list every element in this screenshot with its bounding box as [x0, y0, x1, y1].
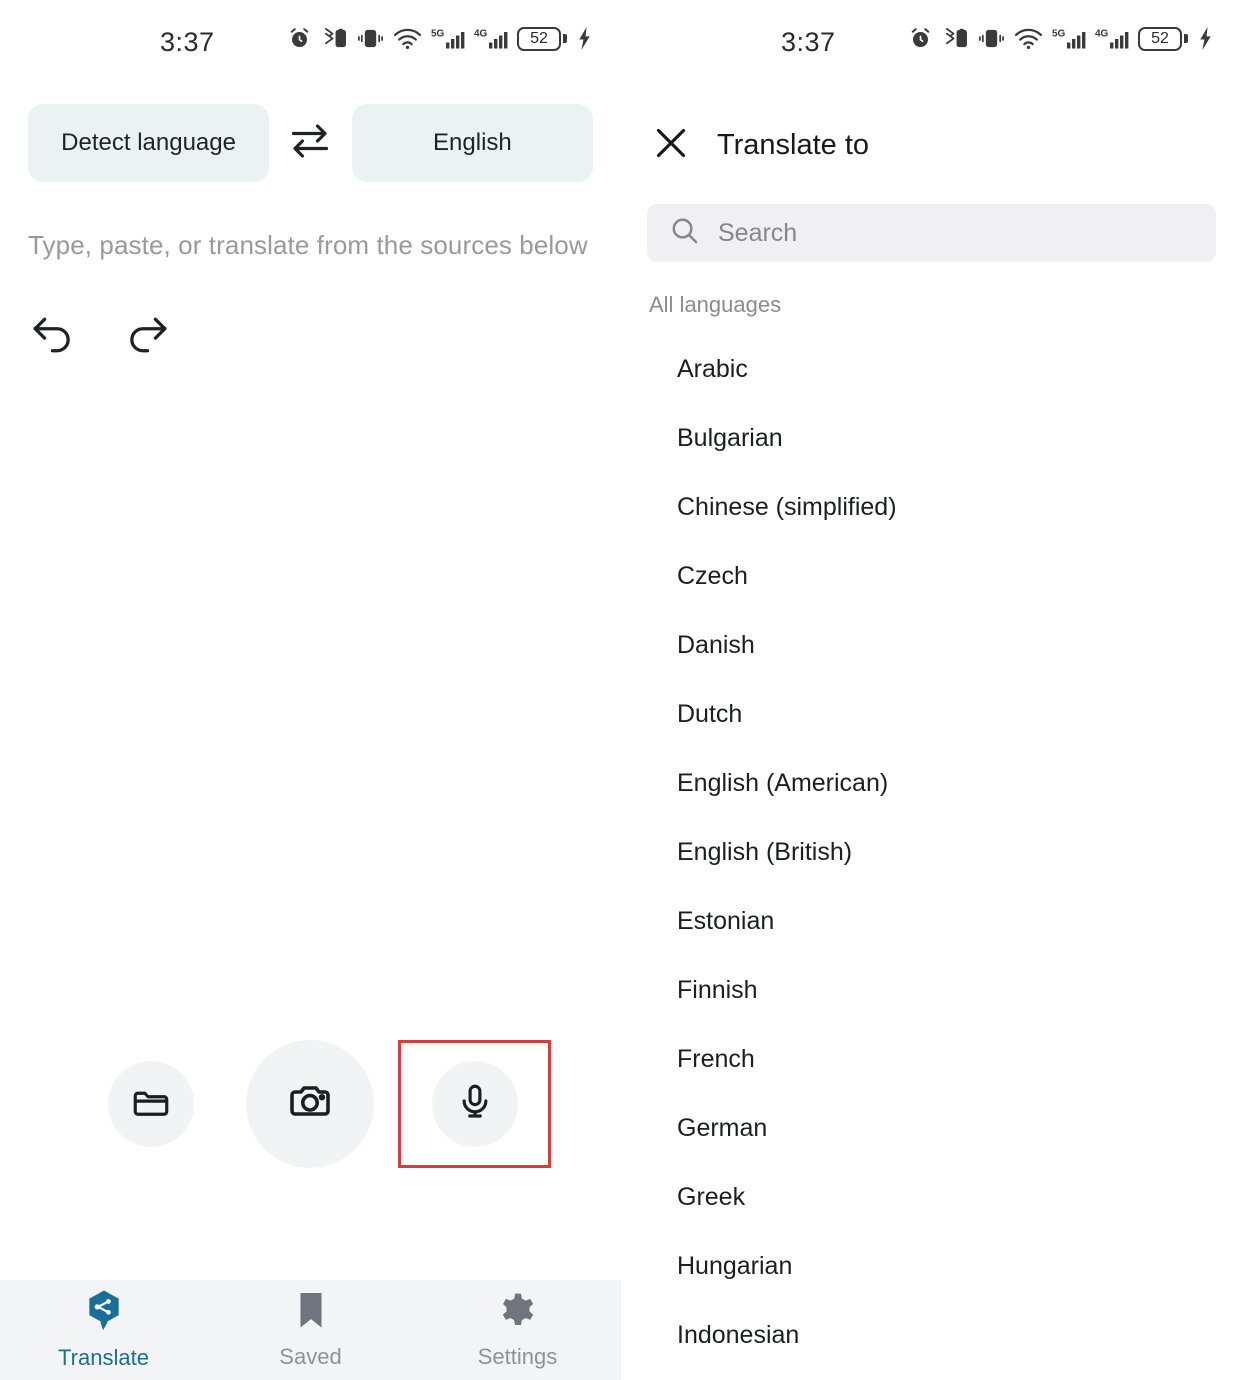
translate-input-field[interactable]: Type, paste, or translate from the sourc… — [0, 230, 621, 261]
battery-percent-label: 52 — [530, 29, 548, 47]
language-label: Chinese (simplified) — [677, 493, 897, 521]
status-bar-icons: 5G 4G 52 — [287, 26, 593, 51]
language-label: Estonian — [677, 907, 775, 935]
list-item[interactable]: Bulgarian — [621, 404, 1242, 473]
list-item[interactable]: Hungarian — [621, 1232, 1242, 1301]
undo-redo-row — [0, 313, 621, 362]
charging-bolt-icon — [1197, 26, 1214, 51]
close-icon[interactable] — [651, 123, 691, 168]
language-label: Indonesian — [677, 1321, 800, 1349]
bottom-navigation-bar: Translate Saved Settings — [0, 1280, 621, 1380]
search-placeholder: Search — [718, 218, 798, 247]
list-item[interactable]: Danish — [621, 611, 1242, 680]
picker-header: Translate to — [621, 103, 1242, 188]
nav-label-saved: Saved — [279, 1344, 342, 1369]
status-bar: 3:37 5G 4G 52 — [0, 0, 621, 85]
language-selector-row: Detect language English — [0, 104, 621, 182]
svg-text:4G: 4G — [1095, 29, 1109, 40]
nav-item-translate[interactable]: Translate — [0, 1289, 207, 1371]
list-item[interactable]: German — [621, 1094, 1242, 1163]
battery-icon: 52 — [1138, 26, 1188, 51]
language-label: Bulgarian — [677, 424, 783, 452]
language-list: Arabic Bulgarian Chinese (simplified) Cz… — [621, 335, 1242, 1370]
battery-icon: 52 — [517, 26, 567, 51]
list-item[interactable]: Indonesian — [621, 1301, 1242, 1370]
vibrate-icon — [357, 26, 384, 51]
wifi-icon — [1014, 26, 1043, 51]
language-label: Arabic — [677, 355, 748, 383]
nav-item-saved[interactable]: Saved — [207, 1290, 414, 1370]
translate-icon — [84, 1289, 124, 1338]
search-icon — [669, 215, 700, 251]
signal-5g-icon: 5G — [1052, 26, 1086, 51]
language-label: Finnish — [677, 976, 758, 1004]
language-label: Czech — [677, 562, 748, 590]
status-bar-clock: 3:37 — [160, 27, 215, 57]
translate-home-screen: 3:37 5G 4G 52 Detect language English Ty… — [0, 0, 621, 1380]
wifi-icon — [393, 26, 422, 51]
language-label: Greek — [677, 1183, 746, 1211]
section-label-all-languages: All languages — [649, 292, 782, 317]
language-label: English (British) — [677, 838, 853, 866]
camera-button[interactable] — [246, 1040, 374, 1168]
source-language-chip[interactable]: Detect language — [28, 104, 270, 182]
camera-icon — [286, 1078, 334, 1131]
translate-input-placeholder: Type, paste, or translate from the sourc… — [28, 230, 588, 260]
target-language-label: English — [433, 129, 512, 156]
page-title: Translate to — [717, 129, 870, 161]
alarm-icon — [908, 26, 933, 51]
status-bar-right: 3:37 5G 4G 52 — [621, 0, 1242, 85]
language-label: Hungarian — [677, 1252, 793, 1280]
list-item[interactable]: Arabic — [621, 335, 1242, 404]
bookmark-icon — [293, 1290, 329, 1337]
status-bar-icons-right: 5G 4G 52 — [908, 26, 1214, 51]
status-bar-clock-right: 3:37 — [781, 27, 836, 57]
list-item[interactable]: English (American) — [621, 749, 1242, 818]
nav-item-settings[interactable]: Settings — [414, 1290, 621, 1370]
nav-label-translate: Translate — [58, 1345, 149, 1370]
signal-4g-icon: 4G — [474, 26, 508, 51]
language-label: Dutch — [677, 700, 743, 728]
svg-text:5G: 5G — [1052, 29, 1066, 40]
svg-text:4G: 4G — [474, 29, 488, 40]
redo-icon[interactable] — [122, 313, 170, 362]
swap-arrows-icon — [286, 119, 334, 168]
folder-button[interactable] — [108, 1061, 194, 1147]
list-item[interactable]: Finnish — [621, 956, 1242, 1025]
bluetooth-battery-icon — [321, 26, 348, 51]
alarm-icon — [287, 26, 312, 51]
signal-4g-icon: 4G — [1095, 26, 1129, 51]
swap-languages-button[interactable] — [269, 119, 352, 168]
signal-5g-icon: 5G — [431, 26, 465, 51]
target-language-chip[interactable]: English — [351, 104, 593, 182]
bluetooth-battery-icon — [942, 26, 969, 51]
language-label: English (American) — [677, 769, 889, 797]
dual-screenshot-container: 3:37 5G 4G 52 Detect language English Ty… — [0, 0, 1242, 1380]
list-item[interactable]: French — [621, 1025, 1242, 1094]
undo-icon[interactable] — [30, 313, 78, 362]
nav-label-settings: Settings — [477, 1344, 558, 1369]
search-input[interactable]: Search — [647, 204, 1216, 262]
list-item[interactable]: English (British) — [621, 818, 1242, 887]
source-language-label: Detect language — [61, 129, 236, 156]
translate-to-language-picker-screen: 3:37 5G 4G 52 Translate to Search All la… — [621, 0, 1242, 1380]
list-item[interactable]: Chinese (simplified) — [621, 473, 1242, 542]
list-item[interactable]: Dutch — [621, 680, 1242, 749]
microphone-highlight-annotation — [398, 1040, 551, 1168]
list-item[interactable]: Greek — [621, 1163, 1242, 1232]
svg-text:5G: 5G — [431, 29, 445, 40]
search-container: Search — [621, 204, 1242, 262]
charging-bolt-icon — [576, 26, 593, 51]
list-item[interactable]: Czech — [621, 542, 1242, 611]
vibrate-icon — [978, 26, 1005, 51]
language-label: Danish — [677, 631, 755, 659]
battery-percent-label-right: 52 — [1151, 29, 1169, 47]
folder-icon — [130, 1081, 172, 1128]
list-item[interactable]: Estonian — [621, 887, 1242, 956]
language-label: German — [677, 1114, 768, 1142]
language-label: French — [677, 1045, 755, 1073]
gear-icon — [498, 1290, 538, 1337]
